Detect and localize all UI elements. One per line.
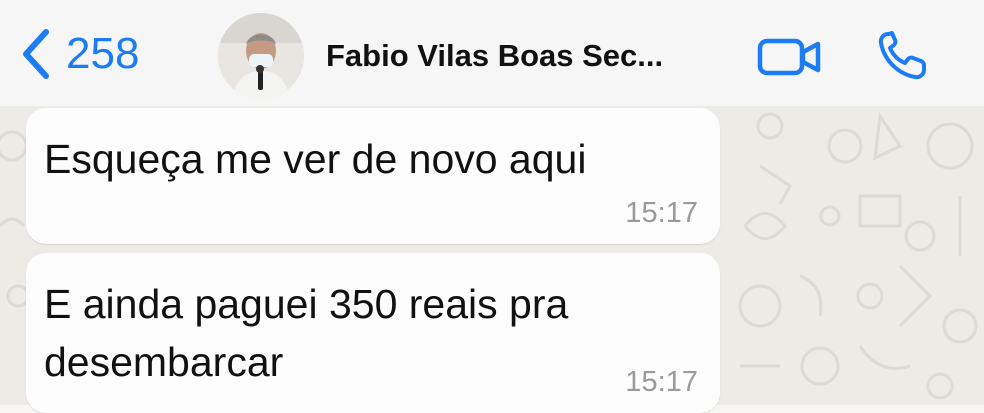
chat-header: 258 Fabio Vilas Boas Sec... (0, 0, 984, 107)
message-text: Esqueça me ver de novo aqui (44, 136, 587, 182)
message-bubble[interactable]: Esqueça me ver de novo aqui 15:17 (26, 108, 720, 244)
message-time: 15:17 (625, 197, 698, 229)
back-button[interactable]: 258 (18, 24, 139, 84)
message-bubble[interactable]: E ainda paguei 350 reais pra desembarcar… (26, 253, 720, 413)
contact-photo (218, 13, 304, 99)
phone-icon[interactable] (876, 30, 932, 82)
chevron-left-icon (23, 29, 49, 79)
unread-count: 258 (66, 29, 140, 78)
message-time: 15:17 (625, 366, 698, 398)
video-camera-icon[interactable] (757, 36, 823, 78)
message-text: E ainda paguei 350 reais pra desembarcar (44, 281, 569, 385)
avatar[interactable] (218, 13, 304, 99)
contact-name[interactable]: Fabio Vilas Boas Sec... (326, 38, 663, 74)
